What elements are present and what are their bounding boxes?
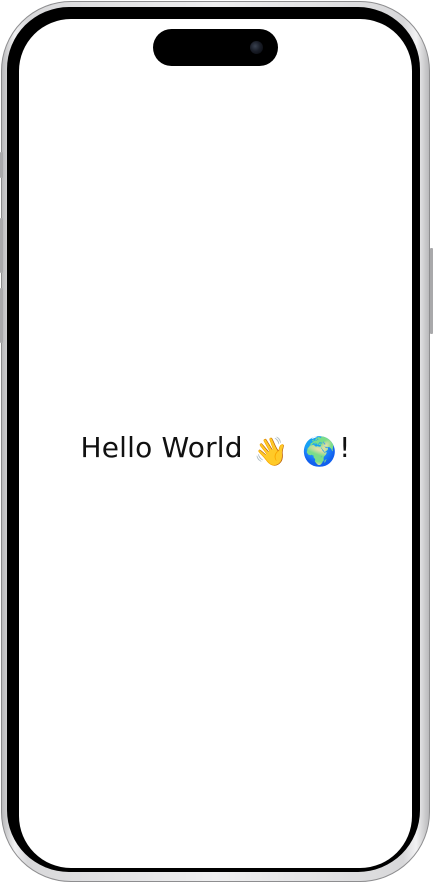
greeting-label: Hello World 👋 🌍! — [80, 431, 350, 468]
app-content: Hello World 👋 🌍! — [19, 19, 412, 868]
waving-hand-icon: 👋 — [253, 435, 289, 468]
phone-screen: Hello World 👋 🌍! — [19, 19, 412, 868]
exclamation-mark: ! — [339, 431, 351, 464]
action-button — [0, 152, 3, 178]
greeting-text: Hello World — [80, 431, 243, 464]
volume-up-button — [0, 218, 3, 273]
volume-down-button — [0, 288, 3, 343]
globe-icon: 🌍 — [302, 435, 338, 468]
